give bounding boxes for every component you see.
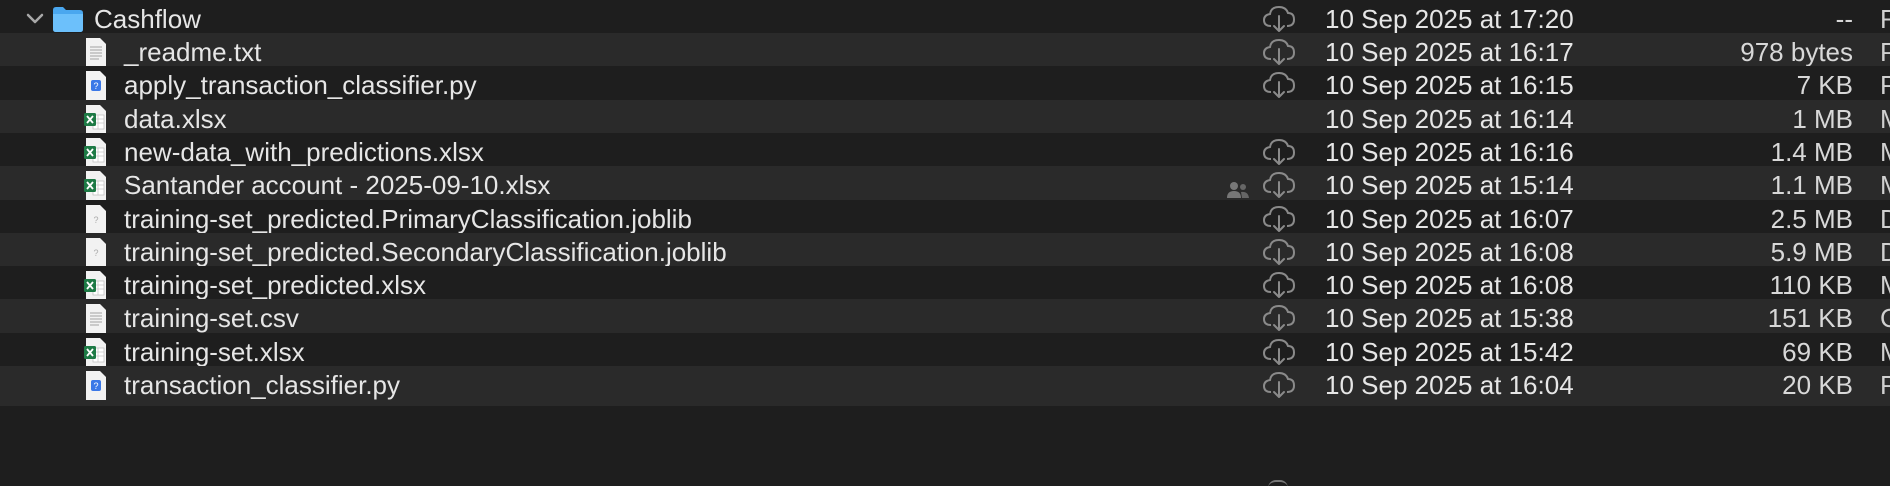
excel-file-icon [84, 270, 108, 301]
svg-text:?: ? [93, 215, 98, 225]
cloud-download-icon[interactable] [1262, 137, 1296, 167]
cloud-download-icon[interactable] [1262, 204, 1296, 234]
cloud-download-icon[interactable] [1262, 270, 1296, 300]
cloud-download-icon[interactable] [1262, 37, 1296, 67]
unknown-file-icon: ? [84, 237, 108, 268]
partial-cloud-icon [1268, 480, 1288, 486]
cloud-download-icon[interactable] [1262, 303, 1296, 333]
python-file-icon: ? [84, 370, 108, 401]
csv-file-icon [84, 303, 108, 334]
svg-text:?: ? [93, 381, 98, 391]
unknown-file-icon: ? [84, 204, 108, 235]
folder-icon [52, 5, 84, 33]
shared-icon [1226, 174, 1250, 199]
text-file-icon [84, 37, 108, 68]
excel-file-icon [84, 104, 108, 135]
python-file-icon: ? [84, 70, 108, 101]
svg-text:?: ? [93, 81, 98, 91]
finder-list-view: Cashflow 10 Sep 2025 at 17:20 -- F _read… [0, 0, 1890, 486]
file-size: 20 KB [1782, 370, 1853, 400]
svg-text:?: ? [93, 248, 98, 258]
cloud-download-icon[interactable] [1262, 370, 1296, 400]
cloud-download-icon[interactable] [1262, 70, 1296, 100]
excel-file-icon [84, 337, 108, 368]
excel-file-icon [84, 137, 108, 168]
file-date: 10 Sep 2025 at 16:04 [1325, 370, 1574, 400]
file-kind: P [1880, 370, 1890, 400]
cloud-download-icon[interactable] [1262, 170, 1296, 200]
cloud-download-icon[interactable] [1262, 337, 1296, 367]
file-row[interactable]: ? transaction_classifier.py 10 Sep 2025 at… [0, 366, 1890, 406]
cloud-download-icon[interactable] [1262, 237, 1296, 267]
excel-file-icon [84, 170, 108, 201]
cloud-download-icon[interactable] [1262, 4, 1296, 34]
file-name: transaction_classifier.py [124, 370, 401, 400]
